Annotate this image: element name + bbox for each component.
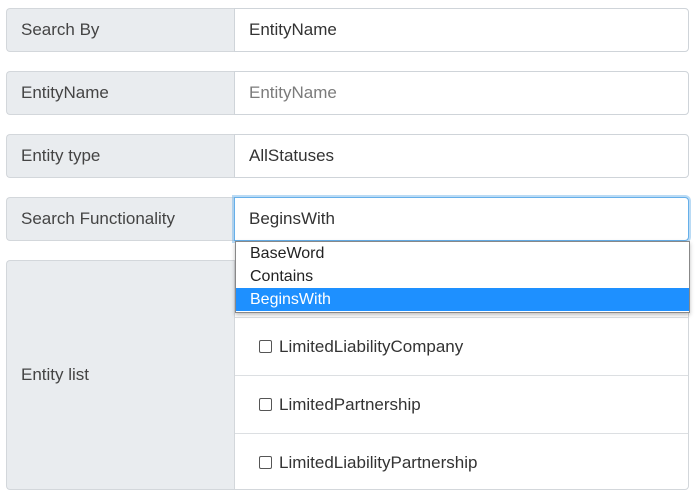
list-item[interactable]: LimitedLiabilityPartnership xyxy=(235,434,688,491)
entity-type-label: Entity type xyxy=(6,134,234,178)
checkbox-icon[interactable] xyxy=(259,456,272,469)
entity-list-item-label: LimitedPartnership xyxy=(279,394,421,414)
list-item[interactable]: LimitedPartnership xyxy=(235,376,688,434)
entity-name-label: EntityName xyxy=(6,71,234,115)
entity-list-item-label: LimitedLiabilityPartnership xyxy=(279,452,478,472)
dropdown-option-contains[interactable]: Contains xyxy=(236,265,689,288)
entity-type-select[interactable]: AllStatuses xyxy=(234,134,689,178)
search-functionality-select[interactable]: BeginsWith xyxy=(234,197,689,241)
search-functionality-dropdown: BaseWord Contains BeginsWith xyxy=(235,241,690,313)
search-by-select[interactable]: EntityName xyxy=(234,8,689,52)
search-functionality-label: Search Functionality xyxy=(6,197,234,241)
dropdown-option-baseword[interactable]: BaseWord xyxy=(236,242,689,265)
entity-search-form: Search By EntityName EntityName EntityNa… xyxy=(0,0,700,496)
entity-name-input[interactable]: EntityName xyxy=(234,71,689,115)
search-by-label: Search By xyxy=(6,8,234,52)
dropdown-option-beginswith[interactable]: BeginsWith xyxy=(236,288,689,311)
checkbox-icon[interactable] xyxy=(259,340,272,353)
checkbox-icon[interactable] xyxy=(259,398,272,411)
entity-list-label: Entity list xyxy=(6,260,234,490)
list-item[interactable]: LimitedLiabilityCompany xyxy=(235,318,688,376)
entity-list-item-label: LimitedLiabilityCompany xyxy=(279,336,464,356)
